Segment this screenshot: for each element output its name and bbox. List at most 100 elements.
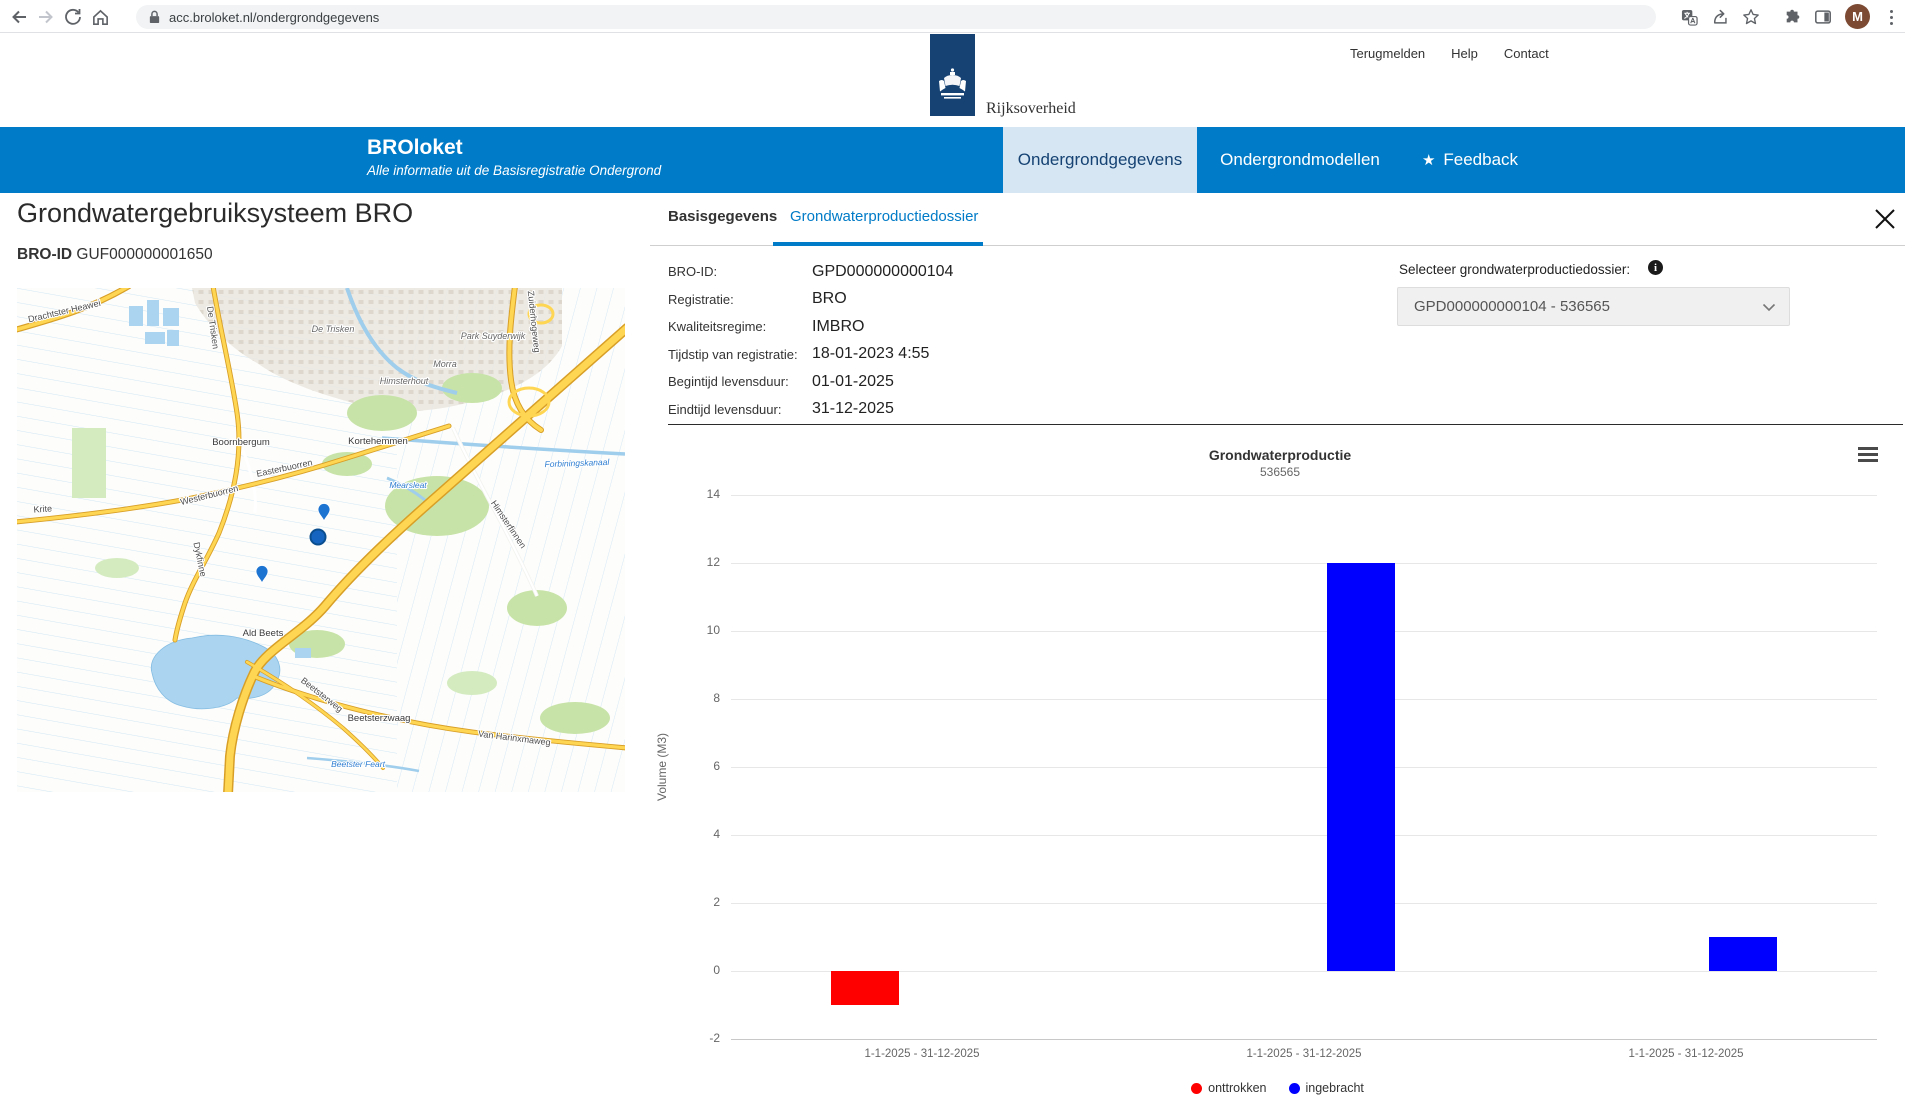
map-label: Kortehemmen bbox=[348, 436, 408, 447]
detail-row: Begintijd levensduur: 01-01-2025 bbox=[668, 368, 953, 396]
map-label: Himsterhout bbox=[380, 376, 429, 386]
forward-icon[interactable] bbox=[33, 4, 59, 30]
x-axis-category-label: 1-1-2025 - 31-12-2025 bbox=[1204, 1048, 1404, 1060]
rijksoverheid-emblem-icon bbox=[930, 34, 975, 116]
map-label: Boornbergum bbox=[212, 437, 270, 448]
brand-block[interactable]: BROloket Alle informatie uit de Basisreg… bbox=[367, 136, 661, 178]
bar-ingebracht[interactable] bbox=[1709, 937, 1777, 971]
detail-value: GPD000000000104 bbox=[812, 263, 953, 281]
map-label: Ald Beets bbox=[243, 628, 284, 639]
page-title: Grondwatergebruiksysteem BRO bbox=[17, 198, 413, 229]
tab-grondwaterproductiedossier[interactable]: Grondwaterproductiedossier bbox=[790, 208, 978, 225]
brand-name: BROloket bbox=[367, 136, 661, 160]
x-axis-category-label: 1-1-2025 - 31-12-2025 bbox=[1586, 1048, 1786, 1060]
legend-item-ingebracht[interactable]: ingebracht bbox=[1289, 1081, 1364, 1095]
bookmark-star-icon[interactable] bbox=[1738, 4, 1764, 30]
chart-title: Grondwaterproductie bbox=[650, 447, 1905, 463]
browser-toolbar: acc.broloket.nl/ondergrondgegevens M bbox=[0, 0, 1905, 33]
detail-label: Eindtijd levensduur: bbox=[668, 402, 812, 417]
chart-subtitle: 536565 bbox=[650, 465, 1905, 479]
chart-gridline bbox=[731, 563, 1877, 564]
map-label: Mearsleat bbox=[389, 480, 427, 490]
detail-value: 01-01-2025 bbox=[812, 373, 894, 391]
bar-onttrokken[interactable] bbox=[831, 971, 899, 1005]
browser-menu-icon[interactable] bbox=[1882, 4, 1900, 30]
gov-links: Terugmelden Help Contact bbox=[1350, 46, 1549, 61]
link-help[interactable]: Help bbox=[1451, 46, 1478, 61]
side-panel-icon[interactable] bbox=[1810, 4, 1836, 30]
map-label: De Trisken bbox=[312, 324, 355, 334]
chevron-down-icon bbox=[1762, 303, 1776, 312]
reload-icon[interactable] bbox=[60, 4, 86, 30]
map-cluster-marker-icon[interactable] bbox=[311, 530, 326, 545]
bro-id-value: GUF000000001650 bbox=[76, 246, 212, 263]
detail-value: IMBRO bbox=[812, 318, 864, 336]
back-icon[interactable] bbox=[6, 4, 32, 30]
extensions-puzzle-icon[interactable] bbox=[1780, 4, 1806, 30]
y-axis-tick-label: 2 bbox=[650, 895, 720, 909]
map-label: Beetsterzwaag bbox=[348, 713, 411, 724]
detail-row: Kwaliteitsregime: IMBRO bbox=[668, 313, 953, 341]
share-icon[interactable] bbox=[1708, 4, 1734, 30]
detail-label: Kwaliteitsregime: bbox=[668, 319, 812, 334]
chart-gridline bbox=[731, 903, 1877, 904]
nav-item-label: Feedback bbox=[1443, 150, 1518, 169]
nav-item-label: Ondergrondmodellen bbox=[1220, 150, 1380, 169]
legend-marker-icon bbox=[1289, 1083, 1300, 1094]
y-axis-tick-label: 10 bbox=[650, 623, 720, 637]
home-icon[interactable] bbox=[87, 4, 113, 30]
map-label: Morra bbox=[433, 359, 457, 369]
nav-item-ondergrondgegevens[interactable]: Ondergrondgegevens bbox=[1003, 127, 1197, 193]
star-icon: ★ bbox=[1422, 152, 1435, 169]
screen: acc.broloket.nl/ondergrondgegevens M bbox=[0, 0, 1905, 1111]
legend-item-onttrokken[interactable]: onttrokken bbox=[1191, 1081, 1266, 1095]
dossier-select[interactable]: GPD000000000104 - 536565 bbox=[1397, 287, 1790, 326]
detail-tabs: Basisgegevens Grondwaterproductiedossier bbox=[650, 194, 1905, 246]
detail-value: 18-01-2023 4:55 bbox=[812, 345, 929, 363]
y-axis-tick-label: 12 bbox=[650, 555, 720, 569]
section-divider bbox=[668, 424, 1903, 425]
legend-marker-icon bbox=[1191, 1083, 1202, 1094]
detail-row: BRO-ID: GPD000000000104 bbox=[668, 258, 953, 286]
dossier-select-value: GPD000000000104 - 536565 bbox=[1414, 298, 1610, 315]
legend-label: onttrokken bbox=[1208, 1081, 1266, 1095]
map-label: Park Suyderwijk bbox=[461, 331, 526, 341]
detail-label: Begintijd levensduur: bbox=[668, 374, 812, 389]
main-navbar: BROloket Alle informatie uit de Basisreg… bbox=[0, 127, 1905, 193]
chart-legend: onttrokken ingebracht bbox=[650, 1078, 1905, 1098]
info-icon[interactable]: i bbox=[1648, 260, 1663, 275]
nav-item-ondergrondmodellen[interactable]: Ondergrondmodellen bbox=[1205, 127, 1395, 193]
gov-logo-text: Rijksoverheid bbox=[986, 100, 1076, 118]
y-axis-tick-label: 8 bbox=[650, 691, 720, 705]
chart-gridline bbox=[731, 699, 1877, 700]
chart-gridline bbox=[731, 835, 1877, 836]
map-label: Beetster Feart bbox=[331, 759, 385, 769]
bar-ingebracht[interactable] bbox=[1327, 563, 1395, 971]
link-terugmelden[interactable]: Terugmelden bbox=[1350, 46, 1425, 61]
legend-label: ingebracht bbox=[1306, 1081, 1364, 1095]
translate-icon[interactable] bbox=[1676, 4, 1702, 30]
active-tab-underline bbox=[773, 242, 983, 246]
detail-row: Registratie: BRO bbox=[668, 286, 953, 314]
map[interactable]: Drachtster HeaweiDe TriskenDe TriskenPar… bbox=[17, 288, 625, 792]
link-contact[interactable]: Contact bbox=[1504, 46, 1549, 61]
chart-gridline bbox=[731, 1039, 1877, 1040]
y-axis-tick-label: 4 bbox=[650, 827, 720, 841]
detail-label: Registratie: bbox=[668, 292, 812, 307]
brand-tagline: Alle informatie uit de Basisregistratie … bbox=[367, 163, 661, 178]
nav-item-label: Ondergrondgegevens bbox=[1018, 150, 1182, 169]
x-axis-category-label: 1-1-2025 - 31-12-2025 bbox=[822, 1048, 1022, 1060]
tab-basisgegevens[interactable]: Basisgegevens bbox=[668, 208, 777, 225]
close-icon[interactable] bbox=[1872, 206, 1898, 232]
chart-grondwaterproductie: Grondwaterproductie 536565 Volume (M3) o… bbox=[650, 430, 1905, 1111]
nav-item-feedback[interactable]: ★ Feedback bbox=[1405, 127, 1535, 193]
chart-menu-icon[interactable] bbox=[1858, 447, 1878, 465]
rijksoverheid-banner bbox=[930, 34, 975, 116]
detail-row: Tijdstip van registratie: 18-01-2023 4:5… bbox=[668, 341, 953, 369]
chart-gridline bbox=[731, 971, 1877, 972]
avatar[interactable]: M bbox=[1845, 4, 1870, 29]
lock-icon bbox=[148, 9, 161, 25]
chart-gridline bbox=[731, 495, 1877, 496]
detail-list: BRO-ID: GPD000000000104 Registratie: BRO… bbox=[668, 258, 953, 423]
address-bar[interactable]: acc.broloket.nl/ondergrondgegevens bbox=[136, 5, 1656, 29]
